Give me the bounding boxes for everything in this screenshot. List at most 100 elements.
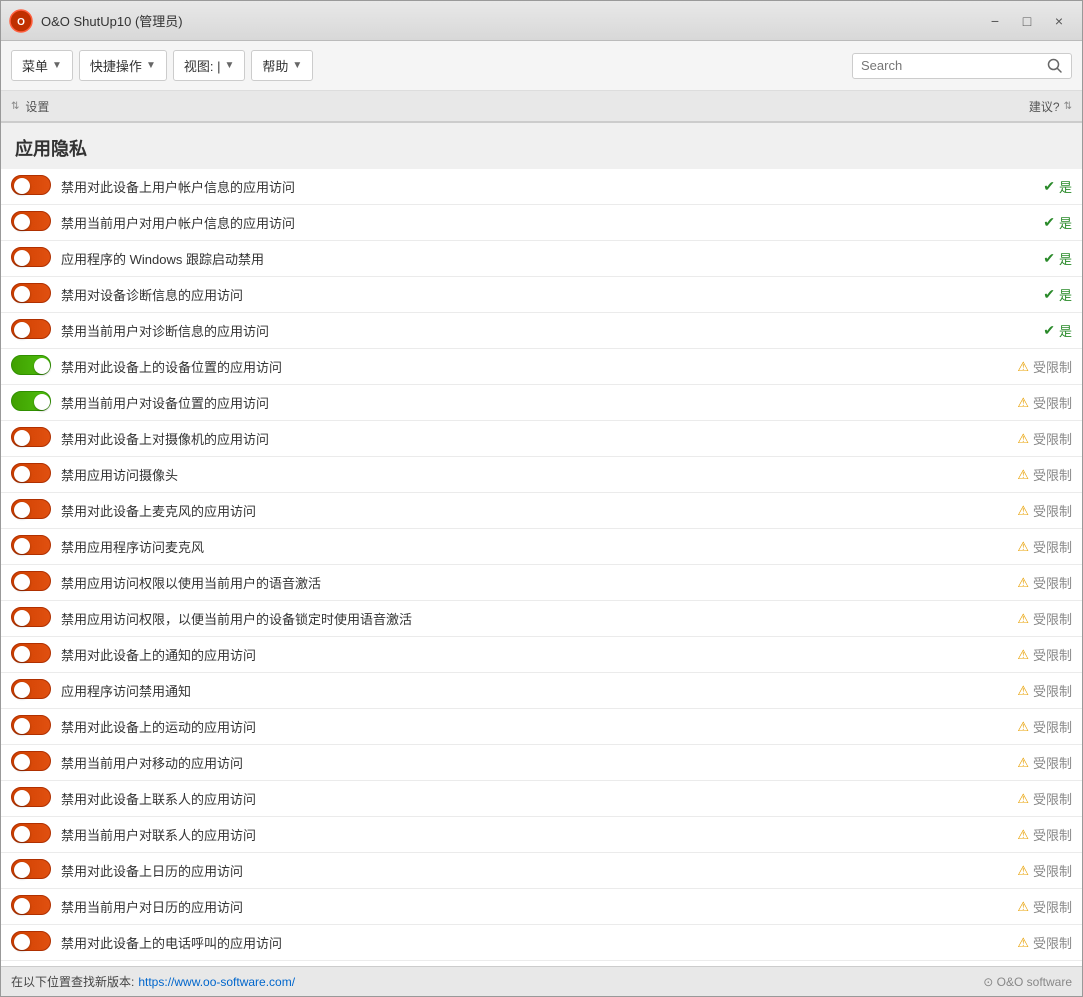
toggle-switch[interactable] <box>11 535 51 555</box>
close-button[interactable]: × <box>1044 9 1074 33</box>
warning-icon: ⚠ <box>1017 539 1029 555</box>
table-row: 禁用应用访问权限以使用当前用户的语音激活⚠受限制 <box>1 565 1082 601</box>
toggle-wrapper <box>11 463 51 486</box>
row-label: 应用程序访问禁用通知 <box>61 681 952 700</box>
toggle-switch[interactable] <box>11 463 51 483</box>
quickops-button[interactable]: 快捷操作 ▼ <box>79 50 167 81</box>
recommend-text: 受限制 <box>1033 465 1072 484</box>
row-label: 禁用当前用户对诊断信息的应用访问 <box>61 321 952 340</box>
toggle-wrapper <box>11 679 51 702</box>
toggle-wrapper <box>11 391 51 414</box>
minimize-button[interactable]: − <box>980 9 1010 33</box>
recommend-text: 受限制 <box>1033 933 1072 952</box>
toggle-off-icon <box>11 643 51 663</box>
toggle-switch[interactable] <box>11 319 51 339</box>
sort-arrow-icon: ⇅ <box>11 101 19 112</box>
toggle-wrapper <box>11 931 51 954</box>
toggle-wrapper <box>11 427 51 450</box>
section-title: 应用隐私 <box>1 123 1082 169</box>
table-row: 禁用应用访问权限，以便当前用户的设备锁定时使用语音激活⚠受限制 <box>1 601 1082 637</box>
recommend-cell: ⚠受限制 <box>952 357 1072 376</box>
recommend-text: 是 <box>1059 213 1072 232</box>
toggle-off-icon <box>11 859 51 879</box>
recommend-cell: ⚠受限制 <box>952 393 1072 412</box>
toggle-wrapper <box>11 859 51 882</box>
recommend-cell: ⚠受限制 <box>952 429 1072 448</box>
status-link[interactable]: https://www.oo-software.com/ <box>138 975 295 989</box>
toggle-off-icon <box>11 895 51 915</box>
toggle-off-icon <box>11 571 51 591</box>
table-row: 禁用对设备诊断信息的应用访问✔是 <box>1 277 1082 313</box>
toggle-wrapper <box>11 499 51 522</box>
recommend-cell: ⚠受限制 <box>952 501 1072 520</box>
toggle-switch[interactable] <box>11 715 51 735</box>
row-label: 禁用对此设备上的设备位置的应用访问 <box>61 357 952 376</box>
toggle-switch[interactable] <box>11 931 51 951</box>
recommend-text: 受限制 <box>1033 789 1072 808</box>
maximize-button[interactable]: □ <box>1012 9 1042 33</box>
recommend-text: 是 <box>1059 177 1072 196</box>
recommend-text: 是 <box>1059 285 1072 304</box>
toggle-switch[interactable] <box>11 211 51 231</box>
toggle-switch[interactable] <box>11 247 51 267</box>
toggle-wrapper <box>11 535 51 558</box>
recommend-text: 受限制 <box>1033 861 1072 880</box>
warning-icon: ⚠ <box>1017 395 1029 411</box>
recommend-cell: ⚠受限制 <box>952 609 1072 628</box>
row-label: 禁用对此设备上联系人的应用访问 <box>61 789 952 808</box>
sort-arrow2-icon: ⇅ <box>1064 101 1072 112</box>
toggle-switch[interactable] <box>11 355 51 375</box>
toggle-switch[interactable] <box>11 787 51 807</box>
toggle-wrapper <box>11 751 51 774</box>
toggle-switch[interactable] <box>11 499 51 519</box>
toggle-off-icon <box>11 175 51 195</box>
toggle-switch[interactable] <box>11 391 51 411</box>
toggle-switch[interactable] <box>11 571 51 591</box>
toggle-wrapper <box>11 211 51 234</box>
col-setting-header[interactable]: ⇅ 设置 <box>11 98 952 115</box>
table-row: 禁用对此设备上麦克风的应用访问⚠受限制 <box>1 493 1082 529</box>
recommend-text: 受限制 <box>1033 357 1072 376</box>
view-button[interactable]: 视图: | ▼ <box>173 50 246 81</box>
toggle-switch[interactable] <box>11 679 51 699</box>
row-label: 禁用对此设备上对摄像机的应用访问 <box>61 429 952 448</box>
col-setting-label: 设置 <box>25 98 49 115</box>
scroll-area[interactable]: 应用隐私 禁用对此设备上用户帐户信息的应用访问✔是禁用当前用户对用户帐户信息的应… <box>1 123 1082 966</box>
toggle-switch[interactable] <box>11 175 51 195</box>
window-title: O&O ShutUp10 (管理员) <box>41 11 980 30</box>
help-button[interactable]: 帮助 ▼ <box>251 50 313 81</box>
recommend-text: 是 <box>1059 321 1072 340</box>
toggle-off-icon <box>11 823 51 843</box>
toggle-switch[interactable] <box>11 607 51 627</box>
menu-button[interactable]: 菜单 ▼ <box>11 50 73 81</box>
toggle-switch[interactable] <box>11 283 51 303</box>
recommend-text: 受限制 <box>1033 537 1072 556</box>
recommend-text: 受限制 <box>1033 717 1072 736</box>
toggle-wrapper <box>11 607 51 630</box>
recommend-text: 受限制 <box>1033 897 1072 916</box>
toggle-switch[interactable] <box>11 427 51 447</box>
row-label: 禁用应用访问权限以使用当前用户的语音激活 <box>61 573 952 592</box>
row-label: 禁用对此设备上用户帐户信息的应用访问 <box>61 177 952 196</box>
recommend-cell: ✔是 <box>952 285 1072 304</box>
toggle-switch[interactable] <box>11 859 51 879</box>
toggle-switch[interactable] <box>11 643 51 663</box>
toggle-switch[interactable] <box>11 751 51 771</box>
toggle-switch[interactable] <box>11 895 51 915</box>
table-row: 禁用对此设备上的通知的应用访问⚠受限制 <box>1 637 1082 673</box>
toggle-wrapper <box>11 895 51 918</box>
status-bar: 在以下位置查找新版本: https://www.oo-software.com/… <box>1 966 1082 996</box>
warning-icon: ⚠ <box>1017 683 1029 699</box>
toggle-on-icon <box>11 355 51 375</box>
toggle-off-icon <box>11 535 51 555</box>
recommend-cell: ✔是 <box>952 321 1072 340</box>
search-box <box>852 53 1072 79</box>
col-recommend-header[interactable]: 建议? ⇅ <box>952 98 1072 115</box>
recommend-text: 受限制 <box>1033 501 1072 520</box>
recommend-cell: ⚠受限制 <box>952 825 1072 844</box>
search-input[interactable] <box>861 58 1041 73</box>
recommend-cell: ⚠受限制 <box>952 537 1072 556</box>
recommend-text: 受限制 <box>1033 393 1072 412</box>
toggle-off-icon <box>11 319 51 339</box>
toggle-switch[interactable] <box>11 823 51 843</box>
